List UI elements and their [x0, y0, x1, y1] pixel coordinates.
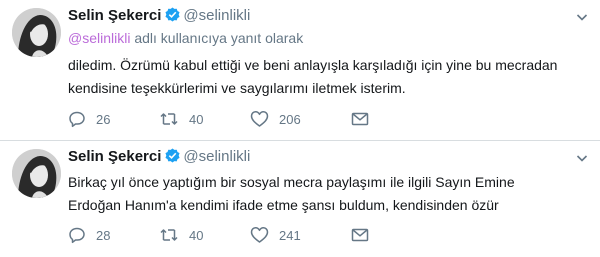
tweet-text-line: Erdoğan Hanım'a kendimi ifade etme şansı…: [68, 197, 499, 213]
retweet-icon: [159, 110, 179, 128]
like-button[interactable]: 241: [250, 226, 351, 244]
reply-icon: [68, 110, 86, 128]
envelope-icon: [351, 227, 369, 243]
tweet-2[interactable]: Selin Şekerci @selinlikli Birkaç yıl önce…: [0, 140, 600, 257]
username[interactable]: @selinlikli: [183, 148, 250, 165]
chevron-down-icon[interactable]: [576, 10, 588, 22]
like-button[interactable]: 206: [250, 110, 351, 128]
verified-badge-icon: [165, 148, 180, 167]
reply-context: @selinlikli adlı kullanıcıya yanıt olara…: [68, 30, 303, 46]
reply-count: 28: [96, 227, 111, 243]
username[interactable]: @selinlikli: [183, 7, 250, 24]
tweet-text-line: Birkaç yıl önce yaptığım bir sosyal mecr…: [68, 174, 515, 190]
reply-icon: [68, 226, 86, 244]
retweet-button[interactable]: 40: [159, 226, 250, 244]
dm-button[interactable]: [351, 227, 369, 243]
retweet-icon: [159, 226, 179, 244]
tweet-actions: 28 40 241: [68, 226, 369, 244]
display-name[interactable]: Selin Şekerci: [68, 7, 161, 24]
heart-icon: [250, 110, 269, 128]
display-name[interactable]: Selin Şekerci: [68, 148, 161, 165]
tweet-text-line: kendisine teşekkürlerimi ve saygılarımı …: [68, 80, 406, 96]
tweet-text: Birkaç yıl önce yaptığım bir sosyal mecr…: [68, 171, 515, 217]
reply-mention-link[interactable]: @selinlikli: [68, 30, 130, 46]
envelope-icon: [351, 111, 369, 127]
tweet-text-line: diledim. Özrümü kabul ettiği ve beni anl…: [68, 57, 558, 73]
retweet-count: 40: [189, 227, 204, 243]
avatar[interactable]: [12, 8, 61, 57]
reply-context-text: adlı kullanıcıya yanıt olarak: [130, 30, 304, 46]
reply-button[interactable]: 28: [68, 226, 159, 244]
tweet-actions: 26 40 206: [68, 110, 369, 128]
chevron-down-icon[interactable]: [576, 151, 588, 163]
avatar[interactable]: [12, 149, 61, 198]
reply-count: 26: [96, 111, 111, 127]
tweet-header: Selin Şekerci @selinlikli: [68, 7, 250, 26]
reply-button[interactable]: 26: [68, 110, 159, 128]
like-count: 206: [279, 111, 301, 127]
tweet-header: Selin Şekerci @selinlikli: [68, 148, 250, 167]
verified-badge-icon: [165, 7, 180, 26]
dm-button[interactable]: [351, 111, 369, 127]
heart-icon: [250, 226, 269, 244]
tweet-text: diledim. Özrümü kabul ettiği ve beni anl…: [68, 54, 557, 100]
retweet-button[interactable]: 40: [159, 110, 250, 128]
like-count: 241: [279, 227, 301, 243]
retweet-count: 40: [189, 111, 204, 127]
tweet-1[interactable]: Selin Şekerci @selinlikli @selinlikli adl…: [0, 0, 600, 140]
